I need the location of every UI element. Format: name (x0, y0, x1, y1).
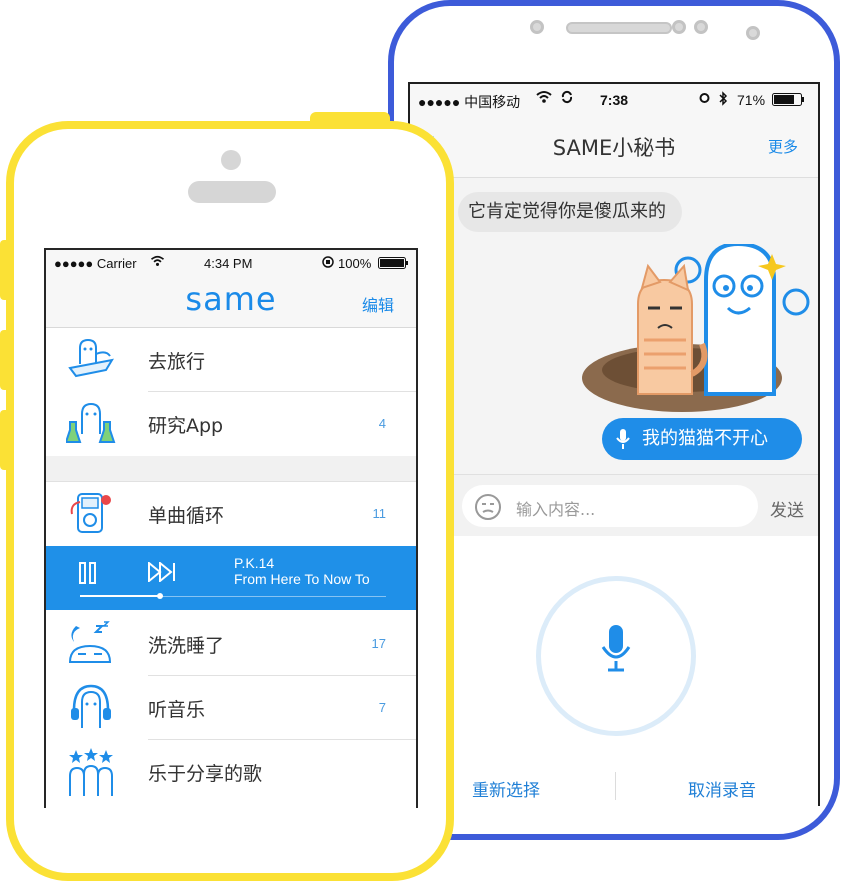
track-artist: P.K.14 (234, 555, 275, 571)
stars-ghosts-icon (69, 748, 113, 796)
channel-row[interactable]: 单曲循环 11 (46, 482, 416, 546)
pause-icon[interactable] (78, 562, 98, 584)
chat-nav-bar: ⟋ SAME小秘书 更多 (410, 116, 818, 178)
incoming-message: 它肯定觉得你是傻瓜来的 (458, 192, 682, 232)
progress-fill (80, 595, 160, 597)
sync-icon (560, 90, 574, 107)
voice-message-text: 我的猫猫不开心 (642, 428, 768, 449)
camera-dot (746, 26, 760, 40)
same-logo: same (185, 280, 277, 318)
status-bar: ●●●●● 中国移动 7:38 71% (410, 84, 818, 116)
sensor-dot (694, 20, 708, 34)
channel-count: 11 (372, 506, 387, 521)
music-player-icon (70, 493, 111, 533)
cancel-recording-button[interactable]: 取消录音 (688, 776, 756, 801)
orientation-lock-icon (322, 256, 334, 271)
sleep-icon (68, 621, 112, 663)
cat-ghost-sticker (582, 244, 810, 412)
channel-label: 去旅行 (148, 351, 206, 373)
headphones-ghost-icon (71, 684, 111, 728)
alarm-icon (698, 91, 711, 107)
channel-row[interactable]: 听音乐 7 (46, 676, 416, 740)
channel-label: 乐于分享的歌 (148, 763, 263, 785)
emoji-icon[interactable] (474, 493, 502, 521)
progress-bar[interactable] (80, 593, 386, 599)
wifi-icon (150, 255, 165, 270)
record-button[interactable] (536, 576, 696, 736)
wifi-icon (536, 90, 552, 107)
battery-percent: 71% (737, 92, 766, 108)
channel-row[interactable]: 研究App 4 (46, 392, 416, 456)
carrier-label: ●●●●● Carrier (54, 256, 137, 271)
channel-row[interactable]: 去旅行 (46, 328, 416, 392)
chat-title: SAME小秘书 (552, 136, 676, 160)
divider (615, 772, 616, 800)
message-input[interactable]: 输入内容... (462, 485, 758, 527)
microphone-icon (616, 429, 630, 449)
status-bar: ●●●●● Carrier 4:34 PM 100% (46, 250, 416, 276)
channel-count: 4 (378, 416, 386, 431)
clock: 4:34 PM (204, 256, 253, 271)
lab-ghost-icon (66, 402, 116, 443)
track-title: From Here To Now To (234, 571, 370, 587)
voice-record-panel: 重新选择 取消录音 (410, 536, 818, 806)
more-button[interactable]: 更多 (768, 136, 798, 157)
channel-label: 研究App (148, 415, 224, 437)
battery-icon (378, 257, 410, 272)
input-placeholder: 输入内容... (516, 500, 596, 519)
bluetooth-icon (718, 91, 728, 109)
clock: 7:38 (600, 92, 629, 108)
camera-dot (221, 150, 241, 170)
travel-ghost-icon (68, 338, 115, 378)
camera-dot (530, 20, 544, 34)
section-gap (46, 456, 416, 482)
edit-button[interactable]: 编辑 (362, 292, 394, 316)
channel-row[interactable]: 洗洗睡了 17 (46, 612, 416, 676)
reselect-button[interactable]: 重新选择 (472, 776, 540, 801)
battery-percent: 100% (338, 256, 372, 271)
speaker-grille (566, 22, 672, 34)
input-bar: 输入内容... 发送 (410, 474, 818, 536)
microphone-icon (601, 625, 631, 672)
chat-screen: ●●●●● 中国移动 7:38 71% ⟋ SAME小秘书 更多 它肯定觉得你是… (408, 82, 820, 806)
channel-count: 7 (378, 700, 386, 715)
carrier-label: ●●●●● 中国移动 (418, 94, 521, 110)
app-nav-bar: same 编辑 (46, 276, 416, 328)
channel-list-screen: ●●●●● Carrier 4:34 PM 100% same 编辑 去旅行 研… (44, 248, 418, 808)
battery-icon (772, 93, 806, 110)
channel-label: 洗洗睡了 (148, 635, 225, 657)
send-button[interactable]: 发送 (770, 496, 804, 521)
progress-handle[interactable] (156, 593, 163, 599)
channel-row[interactable]: 乐于分享的歌 (46, 740, 416, 804)
speaker-grille (188, 181, 276, 203)
now-playing-bar[interactable]: P.K.14 From Here To Now To (46, 546, 416, 610)
sensor-dot (672, 20, 686, 34)
channel-label: 听音乐 (148, 699, 206, 721)
channel-count: 17 (371, 636, 386, 651)
channel-label: 单曲循环 (148, 505, 225, 527)
next-track-icon[interactable] (148, 562, 176, 582)
outgoing-voice-message[interactable]: 我的猫猫不开心 (602, 418, 802, 460)
